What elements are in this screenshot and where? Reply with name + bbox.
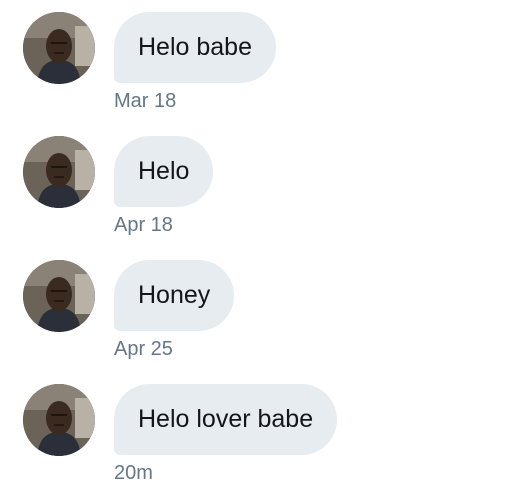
message-bubble[interactable]: Helo lover babe	[114, 384, 338, 455]
message-row: Helo babe Mar 18	[0, 12, 520, 122]
avatar-photo	[23, 12, 95, 84]
message-timestamp: Apr 18	[114, 214, 173, 236]
avatar[interactable]	[23, 384, 95, 456]
avatar[interactable]	[23, 260, 95, 332]
message-row: Helo lover babe 20m	[0, 384, 520, 494]
message-text: Helo	[138, 157, 190, 185]
message-bubble[interactable]: Helo	[114, 136, 214, 207]
message-text: Honey	[138, 281, 211, 309]
avatar-photo	[23, 384, 95, 456]
message-row: Helo Apr 18	[0, 136, 520, 246]
avatar[interactable]	[23, 12, 95, 84]
avatar[interactable]	[23, 136, 95, 208]
avatar-photo	[23, 260, 95, 332]
message-bubble[interactable]: Honey	[114, 260, 235, 331]
message-timestamp: 20m	[114, 462, 153, 484]
message-text: Helo babe	[138, 33, 252, 61]
message-row: Honey Apr 25	[0, 260, 520, 370]
message-timestamp: Mar 18	[114, 90, 177, 112]
message-text: Helo lover babe	[138, 405, 314, 433]
message-bubble[interactable]: Helo babe	[114, 12, 276, 83]
message-timestamp: Apr 25	[114, 338, 173, 360]
avatar-photo	[23, 136, 95, 208]
message-thread: Helo babe Mar 18 Helo Apr 18 Honey Apr 2…	[0, 0, 520, 502]
